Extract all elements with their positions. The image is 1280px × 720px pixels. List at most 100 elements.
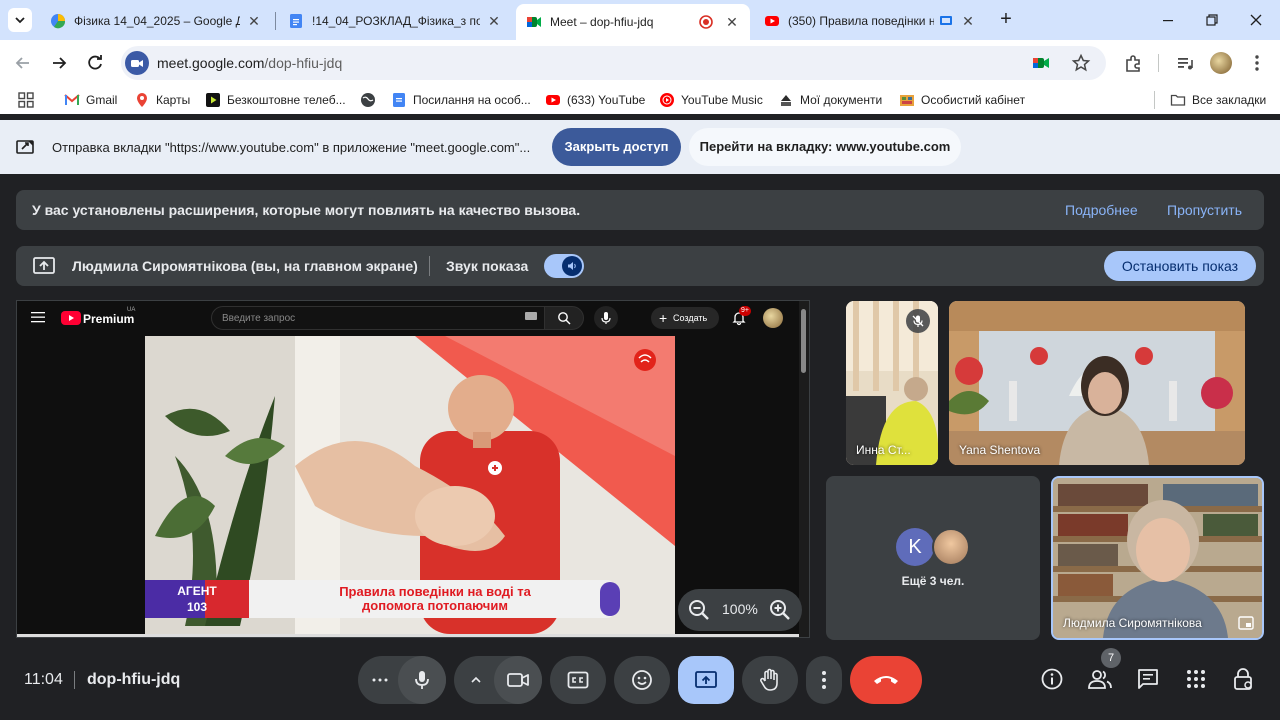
camera-icon (507, 673, 529, 687)
bookmark-gmail[interactable]: Gmail (64, 91, 117, 109)
restore-window-icon[interactable] (1202, 10, 1222, 30)
youtube-icon (764, 13, 780, 29)
close-tab-icon[interactable]: ✕ (246, 13, 262, 29)
keyboard-icon (525, 312, 537, 320)
microphone-icon (415, 671, 429, 689)
youtube-music-icon (659, 92, 675, 108)
profile-avatar[interactable] (1210, 52, 1232, 74)
host-controls-button[interactable] (1230, 665, 1258, 693)
bookmark-free-tv[interactable]: Безкоштовне телеб... (205, 91, 346, 109)
all-bookmarks-label: Все закладки (1192, 93, 1267, 107)
all-bookmarks[interactable]: Все закладки (1170, 91, 1266, 109)
tab-rozklad-doc[interactable]: !14_04_РОЗКЛАД_Фізика_з пос ✕ (278, 5, 512, 36)
meet-indicator-icon[interactable] (1031, 53, 1051, 73)
youtube-search-box: Введите запрос (211, 306, 545, 330)
bookmark-label: Карты (156, 93, 191, 107)
more-info-link[interactable]: Подробнее (1065, 202, 1138, 218)
stop-presenting-button[interactable]: Остановить показ (1104, 251, 1256, 281)
share-sound-toggle[interactable] (544, 254, 584, 278)
apps-grid-icon[interactable] (18, 91, 34, 109)
activities-button[interactable] (1182, 665, 1210, 693)
control-divider (74, 671, 75, 689)
bookmark-personal-cabinet[interactable]: Особистий кабінет (899, 91, 1025, 109)
bookmark-maps[interactable]: Карты (134, 91, 190, 109)
youtube-search-placeholder: Введите запрос (222, 313, 296, 324)
tab-google-meet[interactable]: Meet – dop-hfiu-jdq ✕ (516, 4, 750, 40)
close-tab-icon[interactable]: ✕ (486, 13, 502, 29)
close-tab-icon[interactable]: ✕ (960, 13, 976, 29)
captions-button[interactable] (550, 656, 606, 704)
reactions-button[interactable] (614, 656, 670, 704)
google-docs-icon (391, 92, 407, 108)
tab-youtube-video[interactable]: (350) Правила поведінки н ✕ (754, 5, 986, 36)
zoom-out-icon[interactable] (688, 599, 710, 621)
camera-button[interactable] (494, 656, 542, 704)
bookmark-star-icon[interactable] (1071, 53, 1091, 73)
info-icon (1041, 668, 1063, 690)
picture-in-picture-icon[interactable] (1238, 616, 1254, 630)
tab-title: (350) Правила поведінки н (788, 13, 934, 28)
present-screen-button[interactable] (678, 656, 734, 704)
participant-name: Инна Ст... (856, 443, 911, 457)
tab-google-docs-fizyka[interactable]: Фізика 14_04_2025 – Google Д ✕ (40, 5, 272, 36)
skip-link[interactable]: Пропустить (1167, 202, 1242, 218)
address-bar[interactable]: meet.google.com/dop-hfiu-jdq (121, 46, 1106, 80)
close-window-icon[interactable] (1246, 10, 1266, 30)
microphone-button[interactable] (398, 656, 446, 704)
bookmark-youtube-music[interactable]: YouTube Music (659, 91, 763, 109)
people-count-badge: 7 (1101, 648, 1121, 668)
participant-tile-self[interactable]: Людмила Сиромятнікова (1051, 476, 1264, 640)
tab-separator (275, 12, 276, 30)
more-participants-label: Ещё 3 чел. (901, 574, 965, 588)
bookmark-my-documents[interactable]: Мої документи (778, 91, 882, 109)
participant-tile-inna[interactable]: Инна Ст... (846, 301, 938, 465)
back-icon[interactable] (12, 52, 34, 74)
shared-screen-scrollbar[interactable] (799, 301, 809, 637)
go-to-tab-button[interactable]: Перейти на вкладку: www.youtube.com (689, 128, 961, 166)
chevron-down-icon (15, 17, 25, 24)
stop-sharing-button[interactable]: Закрыть доступ (552, 128, 681, 166)
more-options-button[interactable] (806, 656, 842, 704)
cast-tab-icon (16, 139, 36, 155)
volume-icon (562, 256, 582, 276)
scrollbar-thumb[interactable] (801, 309, 806, 373)
muted-mic-icon (906, 309, 930, 333)
share-sound-label: Звук показа (446, 258, 529, 274)
minimize-window-icon[interactable] (1158, 10, 1178, 30)
site-info-icon[interactable] (125, 51, 149, 75)
participant-photo-avatar (932, 528, 970, 566)
cac-logo-icon (778, 92, 794, 108)
youtube-create-button: + Создать (651, 307, 719, 329)
meeting-details-button[interactable] (1038, 665, 1066, 693)
tab-search-button[interactable] (8, 8, 32, 32)
audio-options-icon[interactable] (366, 668, 394, 692)
video-options-chevron-icon[interactable] (464, 668, 488, 692)
other-participants-tile[interactable]: K Ещё 3 чел. (826, 476, 1040, 640)
people-icon (1088, 670, 1112, 689)
bookmarks-bar: Gmail Карты Безкоштовне телеб... Посилан… (0, 86, 1280, 114)
recording-indicator-icon (698, 14, 714, 30)
extensions-icon[interactable] (1122, 52, 1144, 74)
bookmark-personal-link[interactable]: Посилання на особ... (391, 91, 531, 109)
raise-hand-button[interactable] (742, 656, 798, 704)
new-tab-button[interactable]: + (996, 9, 1016, 30)
close-tab-icon[interactable]: ✕ (724, 14, 740, 30)
people-button[interactable] (1086, 665, 1114, 693)
lower-third-number: 103 (187, 600, 207, 614)
url-text[interactable]: meet.google.com/dop-hfiu-jdq (157, 55, 342, 71)
meeting-time: 11:04 (24, 671, 63, 688)
participant-video-yana (949, 301, 1245, 465)
leave-call-button[interactable] (850, 656, 922, 704)
youtube-icon (545, 92, 561, 108)
media-controls-icon[interactable] (1174, 52, 1196, 74)
zoom-in-icon[interactable] (769, 599, 791, 621)
google-drive-icon (50, 13, 66, 29)
forward-icon[interactable] (48, 52, 70, 74)
bookmark-globe[interactable] (360, 91, 382, 109)
bookmark-youtube[interactable]: (633) YouTube (545, 91, 645, 109)
browser-menu-icon[interactable] (1246, 52, 1268, 74)
bookmarks-divider (1154, 91, 1155, 109)
reload-icon[interactable] (84, 52, 106, 74)
participant-tile-yana[interactable]: Yana Shentova (949, 301, 1245, 465)
chat-button[interactable] (1134, 665, 1162, 693)
